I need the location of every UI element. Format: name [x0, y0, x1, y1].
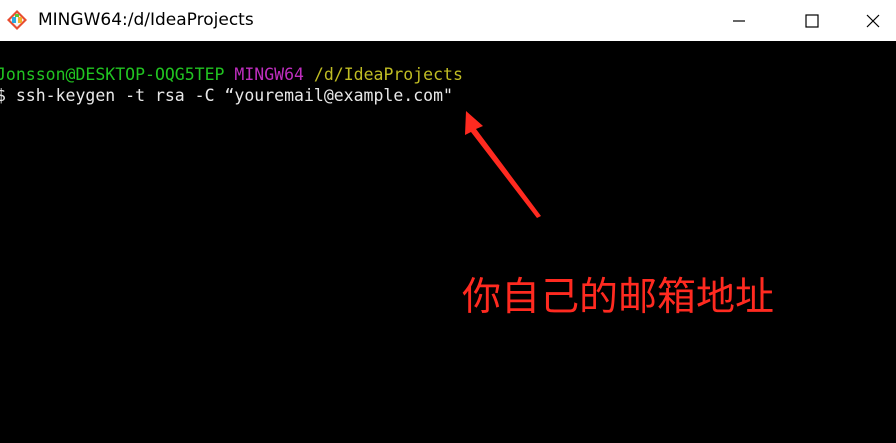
- terminal-window: MINGW64:/d/IdeaProjects Jonsson@DESKTOP-…: [0, 0, 896, 443]
- annotation-arrow: [465, 111, 541, 218]
- annotation-label: 你自己的邮箱地址: [462, 275, 775, 320]
